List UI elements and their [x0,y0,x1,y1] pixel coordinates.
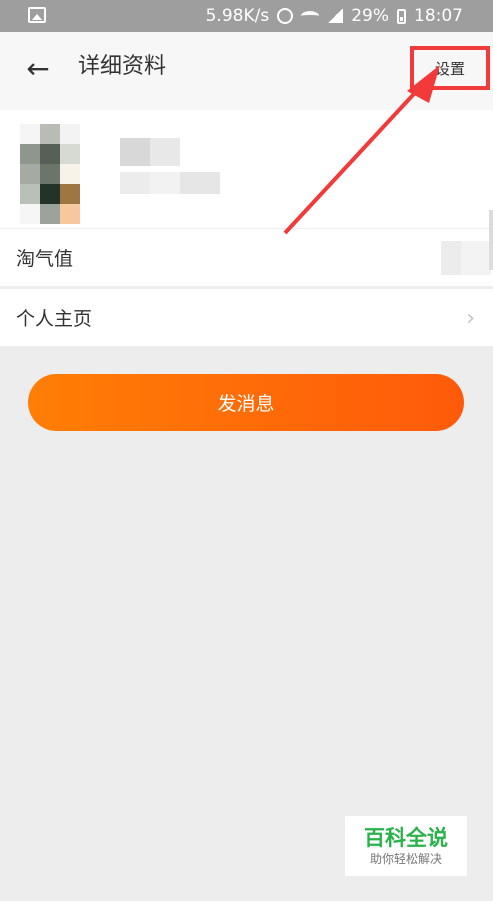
top-navbar: ← 详细资料 设置 [0,32,493,111]
watermark-logo: 百科全说 助你轻松解决 [345,816,467,876]
profile-card [0,110,493,229]
nickname-mosaic [120,138,180,166]
signal-icon [327,9,344,23]
arrow-left-icon[interactable]: ← [22,52,54,85]
homepage-label: 个人主页 [16,308,93,330]
network-speed: 5.98K/s [205,6,270,26]
status-bar: 5.98K/s 29% 18:07 [0,0,493,32]
scroll-indicator [489,210,493,270]
account-mosaic [120,172,220,194]
battery-percent: 29% [351,6,389,26]
gallery-icon [28,7,46,23]
personal-homepage-row[interactable]: 个人主页 › [0,289,493,347]
settings-button[interactable]: 设置 [410,46,490,90]
taoqi-label: 淘气值 [16,248,74,270]
clock: 18:07 [414,6,463,26]
watermark-subtitle: 助你轻松解决 [369,852,442,866]
battery-icon [397,8,406,24]
page-title: 详细资料 [78,54,167,79]
watermark-title: 百科全说 [364,826,448,850]
avatar[interactable] [20,124,100,224]
taoqi-value-row: 淘气值 [0,229,493,287]
alarm-icon [277,8,294,24]
chevron-right-icon: › [466,306,475,331]
wifi-icon [301,11,320,21]
taoqi-value-mosaic [441,241,491,275]
send-message-button[interactable]: 发消息 [28,374,464,431]
